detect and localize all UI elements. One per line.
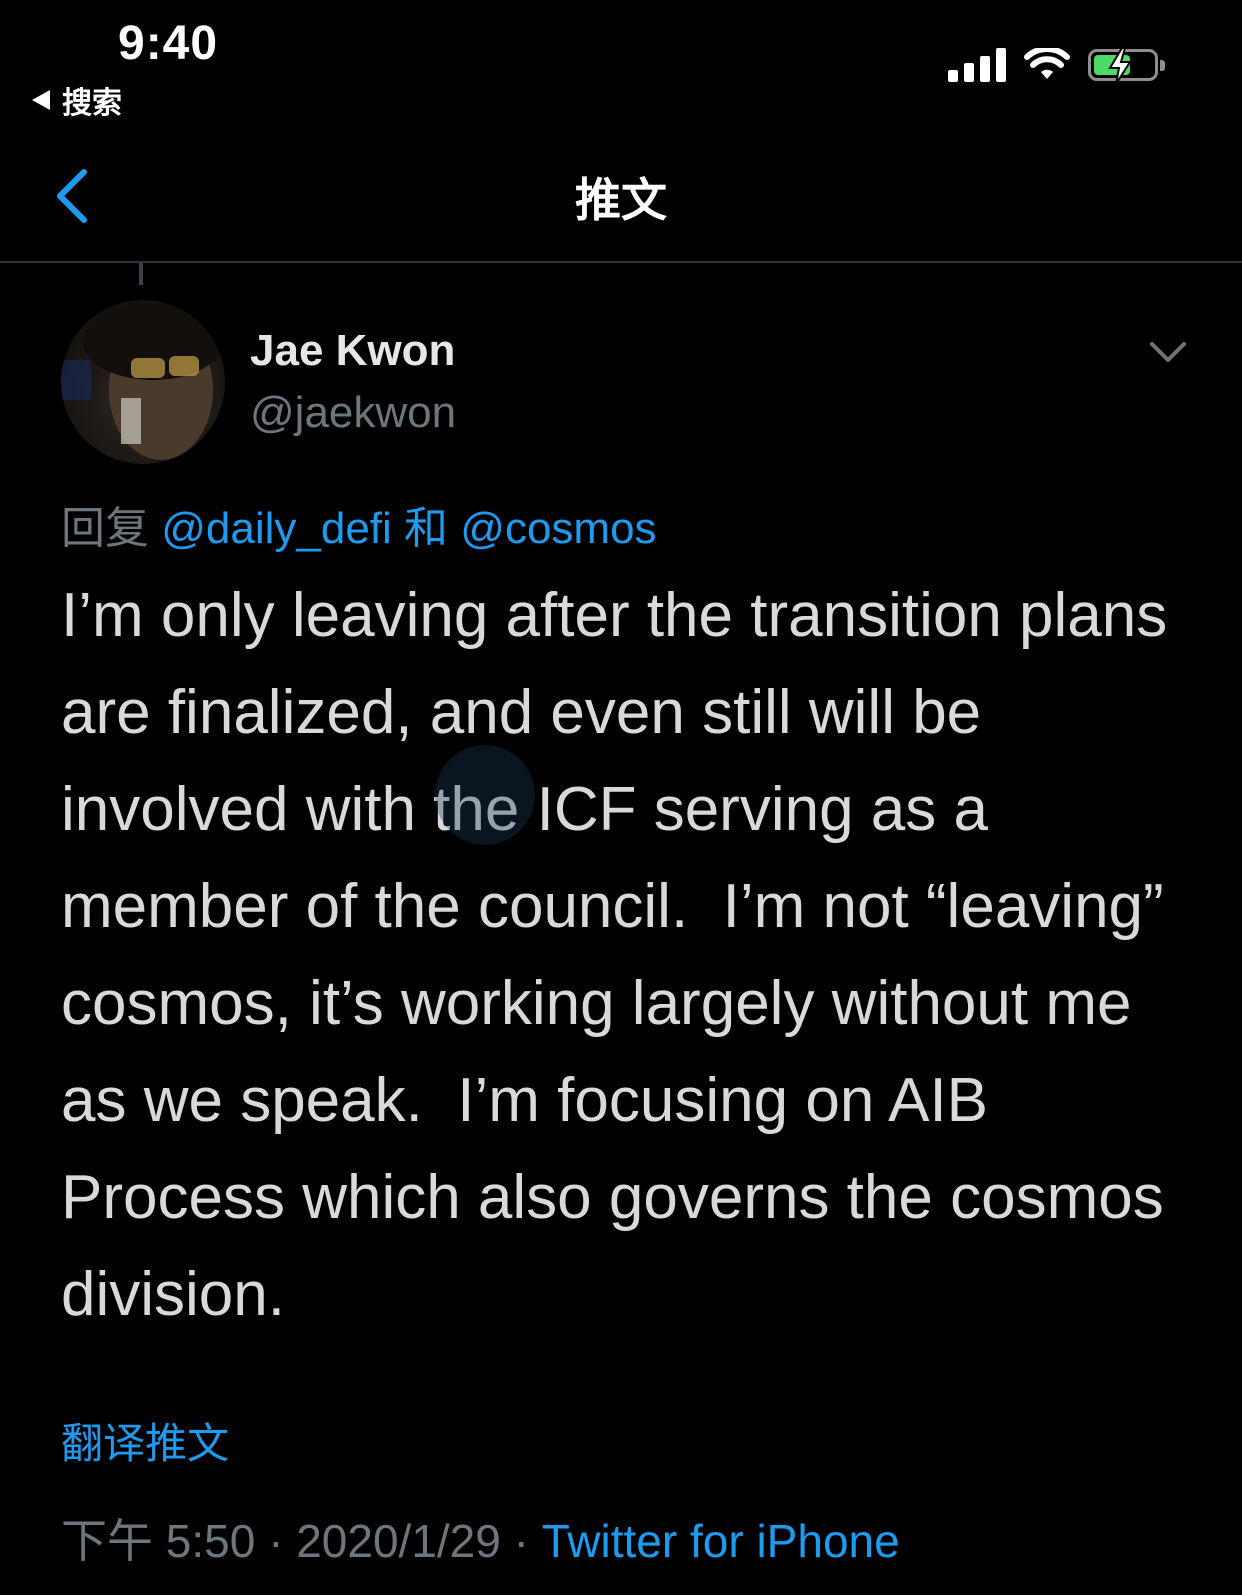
display-name[interactable]: Jae Kwon xyxy=(250,326,455,376)
avatar-photo xyxy=(61,304,223,460)
status-time: 9:40 xyxy=(118,17,219,70)
thread-connector-line xyxy=(139,263,143,285)
user-handle[interactable]: @jaekwon xyxy=(250,388,456,438)
battery-charging-icon xyxy=(1088,47,1165,85)
cellular-signal-icon xyxy=(948,48,1006,82)
mention-link-cosmos[interactable]: @cosmos xyxy=(460,504,656,553)
translate-tweet-link[interactable]: 翻译推文 xyxy=(61,1410,229,1471)
tweet-text: I’m only leaving after the transition pl… xyxy=(61,581,1185,1329)
reply-prefix: 回复 xyxy=(61,504,149,553)
back-app-label: 搜索 xyxy=(62,87,122,120)
tweet-time: 下午 5:50 xyxy=(61,1515,256,1567)
meta-separator: · xyxy=(268,1515,284,1567)
reply-conjunction: 和 xyxy=(404,504,449,553)
wifi-icon xyxy=(1024,48,1070,79)
chevron-down-icon[interactable] xyxy=(1148,332,1188,372)
status-icons xyxy=(948,47,1165,85)
back-to-app-button[interactable]: 搜索 xyxy=(32,80,122,120)
page-title: 推文 xyxy=(575,174,667,226)
meta-separator: · xyxy=(513,1515,529,1567)
back-triangle-icon xyxy=(32,90,50,110)
tweet-source-link[interactable]: Twitter for iPhone xyxy=(542,1515,900,1567)
status-bar: 9:40 搜索 xyxy=(0,0,1242,130)
tweet-metadata: 下午 5:50 · 2020/1/29 · Twitter for iPhone xyxy=(61,1505,900,1571)
avatar[interactable] xyxy=(61,300,225,464)
navigation-bar: 推文 xyxy=(0,130,1242,263)
reply-to-line: 回复 @daily_defi 和 @cosmos xyxy=(61,492,657,556)
mention-link-daily-defi[interactable]: @daily_defi xyxy=(161,504,392,553)
tweet-date: 2020/1/29 xyxy=(296,1515,501,1567)
